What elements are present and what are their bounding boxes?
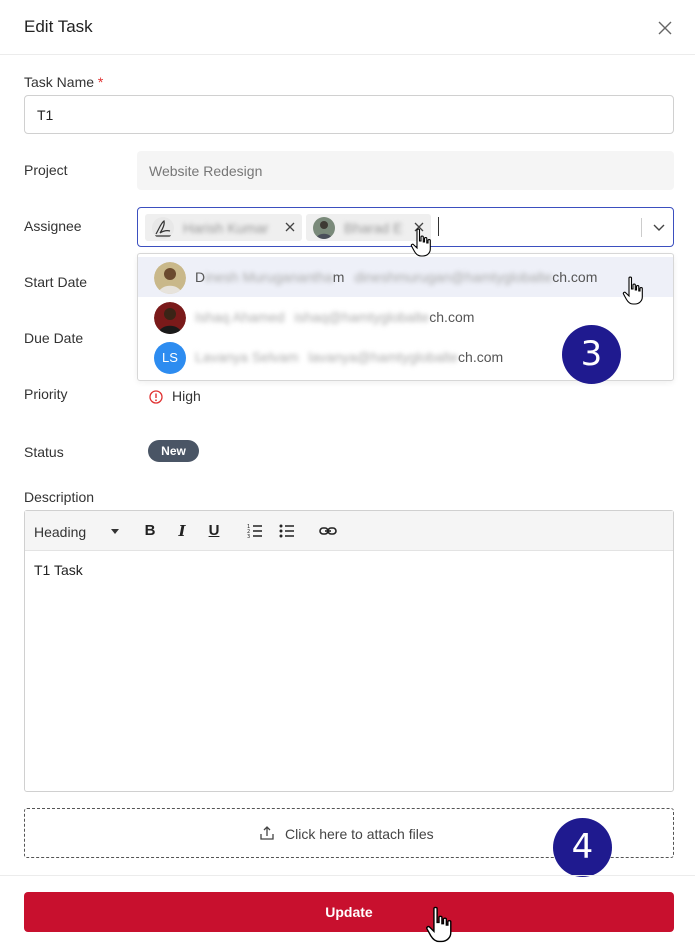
italic-icon[interactable]: I bbox=[172, 521, 192, 541]
assignee-tag-name: Harish Kumar bbox=[183, 220, 269, 236]
text-caret bbox=[438, 217, 439, 236]
option-text: Dinesh Muruganantham dineshmurugan@hamty… bbox=[195, 269, 598, 285]
editor-content: T1 Task bbox=[34, 562, 83, 578]
close-icon[interactable] bbox=[655, 18, 675, 38]
due-date-label: Due Date bbox=[24, 330, 84, 346]
dialog-header: Edit Task bbox=[0, 0, 695, 55]
user-avatar-icon bbox=[313, 217, 335, 239]
project-label: Project bbox=[24, 162, 68, 178]
priority-value: High bbox=[172, 388, 201, 404]
svg-text:3: 3 bbox=[247, 534, 250, 540]
dropdown-option[interactable]: Dinesh Muruganantham dineshmurugan@hamty… bbox=[138, 257, 673, 297]
step-badge-4: 4 bbox=[553, 818, 612, 877]
required-mark: * bbox=[97, 74, 104, 90]
caret-down-icon[interactable] bbox=[111, 529, 119, 534]
task-name-value: T1 bbox=[37, 107, 54, 123]
step-badge-3: 3 bbox=[562, 325, 621, 384]
task-name-input[interactable]: T1 bbox=[24, 95, 674, 134]
user-avatar-icon bbox=[154, 302, 186, 334]
editor-toolbar: Heading B I U 1 2 3 bbox=[25, 511, 673, 551]
status-label: Status bbox=[24, 444, 64, 460]
rich-text-editor[interactable]: Heading B I U 1 2 3 T1 Task bbox=[24, 510, 674, 792]
signature-avatar-icon bbox=[152, 217, 174, 239]
option-text: Ishaq Ahamed ishaq@hamtyglobaltech.com bbox=[195, 309, 475, 325]
assignee-label: Assignee bbox=[24, 218, 82, 234]
task-name-label: Task Name * bbox=[24, 74, 104, 90]
initials-avatar: LS bbox=[154, 342, 186, 374]
user-avatar-icon bbox=[154, 262, 186, 294]
hand-cursor-icon bbox=[426, 906, 452, 943]
alert-circle-icon bbox=[149, 390, 163, 404]
bullet-list-icon[interactable] bbox=[277, 521, 297, 541]
assignee-tag: Harish Kumar bbox=[145, 214, 302, 241]
heading-select[interactable]: Heading bbox=[34, 524, 86, 540]
assignee-select[interactable]: Harish Kumar Bharad E bbox=[137, 207, 674, 247]
description-label: Description bbox=[24, 489, 95, 505]
start-date-label: Start Date bbox=[24, 274, 88, 290]
assignee-tag-name: Bharad E bbox=[344, 220, 403, 236]
hand-cursor-icon bbox=[622, 276, 643, 305]
underline-icon[interactable]: U bbox=[204, 521, 224, 541]
status-badge[interactable]: New bbox=[148, 440, 199, 462]
option-text: Lavanya Selvam lavanya@hamtyglobaltech.c… bbox=[195, 349, 504, 365]
project-value: Website Redesign bbox=[149, 163, 263, 179]
attach-label: Click here to attach files bbox=[285, 826, 434, 842]
ordered-list-icon[interactable]: 1 2 3 bbox=[245, 521, 265, 541]
separator bbox=[641, 218, 642, 237]
bold-icon[interactable]: B bbox=[140, 521, 160, 541]
dialog-title: Edit Task bbox=[24, 17, 93, 36]
footer-divider bbox=[0, 875, 695, 876]
remove-tag-icon[interactable] bbox=[284, 221, 296, 233]
update-button[interactable]: Update bbox=[24, 892, 674, 932]
priority-label: Priority bbox=[24, 386, 68, 402]
upload-icon bbox=[260, 826, 274, 840]
chevron-down-icon[interactable] bbox=[652, 220, 666, 234]
hand-cursor-icon bbox=[410, 228, 431, 257]
project-field: Website Redesign bbox=[137, 151, 674, 190]
link-icon[interactable] bbox=[318, 521, 338, 541]
